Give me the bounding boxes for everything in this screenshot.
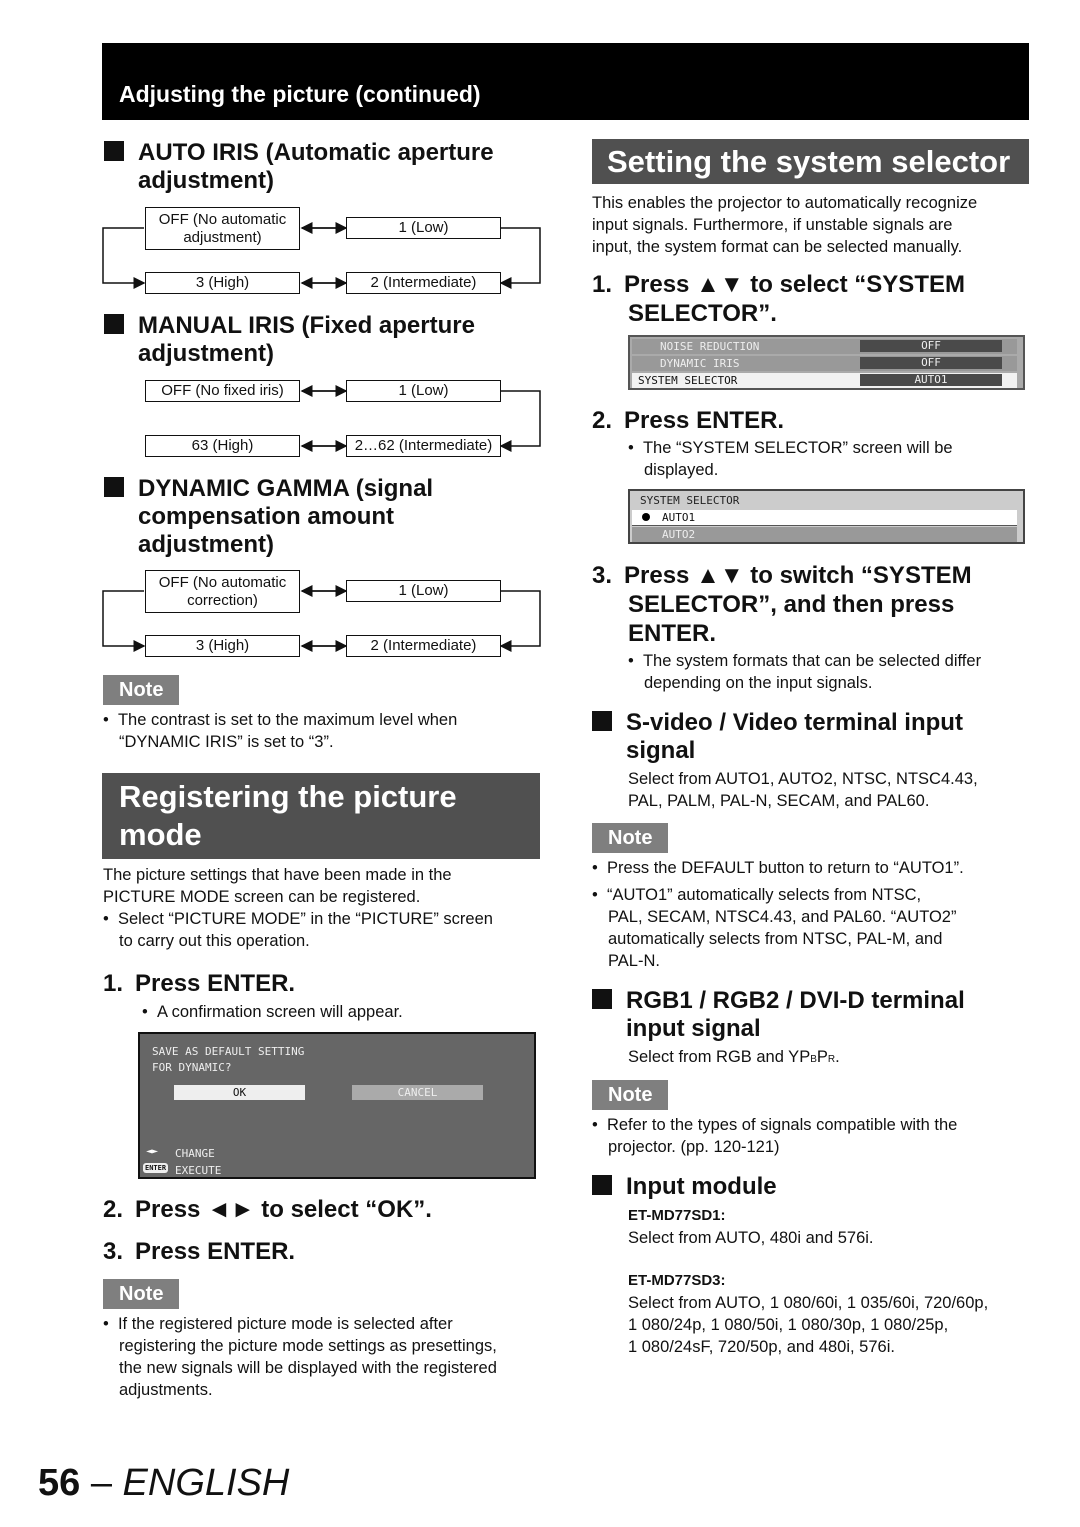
osd-option-auto1[interactable]: AUTO1 (632, 510, 1017, 526)
left-right-arrows-icon: ◄► (146, 1146, 159, 1157)
note-label: Note (592, 823, 669, 853)
step-2-heading: 2. Press ◄► to select “OK”. (103, 1196, 432, 1223)
note-label: Note (592, 1080, 669, 1110)
confirm-osd-screen: SAVE AS DEFAULT SETTING FOR DYNAMIC? OK C… (138, 1032, 536, 1179)
osd-system-selector: SYSTEM SELECTOR AUTO1 AUTO2 (628, 489, 1025, 544)
section-header-bar: Adjusting the picture (continued) (102, 43, 1029, 120)
mode-box-high: 3 (High) (145, 635, 300, 657)
heading-line: S-video / Video terminal input (626, 709, 963, 736)
heading-line: DYNAMIC GAMMA (signal (138, 475, 434, 502)
option-label: AUTO1 (662, 511, 696, 524)
heading-line: adjustment) (138, 167, 275, 194)
module-name: ET-MD77SD3: (628, 1272, 726, 1289)
system-selector-intro: This enables the projector to automatica… (592, 194, 978, 256)
note-label: Note (103, 1279, 180, 1309)
mode-box-intermediate: 2 (Intermediate) (346, 272, 501, 294)
osd-menu-row[interactable]: SYSTEM SELECTOR AUTO1 (632, 373, 1017, 388)
step-3-bullet: • The system formats that can be selecte… (628, 652, 982, 692)
auto-iris-diagram: OFF (No automatic adjustment) 1 (Low) 3 (… (102, 205, 544, 300)
note-label: Note (103, 675, 180, 705)
module-text: Select from AUTO, 1 080/60i, 1 035/60i, … (628, 1294, 989, 1356)
osd-ok-button[interactable]: OK (174, 1085, 305, 1100)
mode-box-high: 3 (High) (145, 272, 300, 294)
step-1-bullet: • A confirmation screen will appear. (142, 1003, 403, 1021)
osd-menu-label: NOISE REDUCTION (660, 340, 760, 353)
system-selector-section-title: Setting the system selector (592, 139, 1029, 184)
heading-line: RGB1 / RGB2 / DVI-D terminal (626, 987, 965, 1014)
osd-menu-row[interactable]: DYNAMIC IRIS OFF (632, 356, 1017, 371)
osd-prompt: SAVE AS DEFAULT SETTING FOR DYNAMIC? (152, 1045, 305, 1074)
osd-selector-title: SYSTEM SELECTOR (640, 494, 740, 507)
input-module-heading: Input module (592, 1173, 777, 1201)
heading-line: input signal (626, 1015, 761, 1042)
osd-menu-label: DYNAMIC IRIS (660, 357, 740, 370)
step-2-bullet: • The “SYSTEM SELECTOR” screen will be di… (628, 439, 953, 479)
selected-dot-icon (642, 513, 650, 521)
osd-menu-value: AUTO1 (860, 374, 1002, 386)
osd-menu-value: OFF (860, 357, 1002, 369)
svideo-heading: S-video / Video terminal input signal (592, 709, 963, 765)
osd-change-hint: CHANGE (175, 1147, 215, 1160)
footer-dash: – (80, 1462, 123, 1504)
square-bullet-icon (104, 314, 124, 334)
mode-box-intermediate: 2…62 (Intermediate) (346, 435, 501, 457)
osd-menu-row[interactable]: NOISE REDUCTION OFF (632, 339, 1017, 354)
step-2-heading: 2. Press ENTER. (592, 407, 785, 434)
registering-intro: The picture settings that have been made… (103, 866, 452, 906)
heading-line: compensation amount (138, 503, 395, 530)
note-bullet: • The contrast is set to the maximum lev… (103, 711, 458, 751)
mode-box-intermediate: 2 (Intermediate) (346, 635, 501, 657)
footer-language: ENGLISH (122, 1462, 290, 1504)
manual-iris-diagram: OFF (No fixed iris) 1 (Low) 63 (High) 2…… (102, 378, 544, 463)
heading-line: adjustment) (138, 531, 275, 558)
step-3-heading: 3. Press ENTER. (103, 1238, 296, 1265)
square-bullet-icon (592, 1175, 612, 1195)
mode-box-high: 63 (High) (145, 435, 300, 457)
square-bullet-icon (104, 477, 124, 497)
auto-iris-heading: AUTO IRIS (Automatic aperture adjustment) (104, 139, 494, 195)
dynamic-gamma-heading: DYNAMIC GAMMA (signal compensation amount… (104, 475, 433, 559)
osd-menu-label: SYSTEM SELECTOR (638, 374, 738, 387)
rgb-heading: RGB1 / RGB2 / DVI-D terminal input signal (592, 987, 965, 1043)
page-number: 56 (38, 1462, 81, 1504)
note-bullet: • Refer to the types of signals compatib… (592, 1116, 958, 1156)
enter-key-icon: ENTER (143, 1163, 169, 1173)
heading-line: adjustment) (138, 340, 275, 367)
heading-line: MANUAL IRIS (Fixed aperture (138, 312, 475, 339)
note-bullet: • If the registered picture mode is sele… (103, 1315, 497, 1399)
mode-box-low: 1 (Low) (346, 380, 501, 402)
section-title: Adjusting the picture (continued) (119, 81, 481, 107)
step-3-heading: 3. Press ▲▼ to switch “SYSTEM SELECTOR”, … (592, 562, 972, 647)
registering-bullet: • Select “PICTURE MODE” in the “PICTURE”… (103, 910, 493, 950)
registering-section-title: Registering the picture mode settings as … (102, 773, 540, 890)
heading-line: signal (626, 737, 696, 764)
page-footer: 56 – ENGLISH (38, 1462, 289, 1505)
rgb-text: Select from RGB and YPBPR. (628, 1048, 840, 1066)
square-bullet-icon (592, 711, 612, 731)
osd-menu: NOISE REDUCTION OFF DYNAMIC IRIS OFF SYSTEM … (628, 335, 1025, 390)
mode-box-off: OFF (No automatic adjustment) (145, 207, 300, 250)
step-1-heading: 1. Press ENTER. (103, 970, 296, 997)
square-bullet-icon (104, 141, 124, 161)
module-name: ET-MD77SD1: (628, 1207, 726, 1224)
mode-box-off: OFF (No fixed iris) (145, 380, 300, 402)
mode-box-low: 1 (Low) (346, 217, 501, 239)
svideo-text: Select from AUTO1, AUTO2, NTSC, NTSC4.43… (628, 770, 978, 810)
osd-execute-hint: EXECUTE (175, 1164, 222, 1177)
manual-iris-heading: MANUAL IRIS (Fixed aperture adjustment) (104, 312, 475, 368)
mode-box-low: 1 (Low) (346, 580, 501, 602)
osd-cancel-button[interactable]: CANCEL (352, 1085, 483, 1100)
square-bullet-icon (592, 989, 612, 1009)
step-1-heading: 1. Press ▲▼ to select “SYSTEM SELECTOR”. (592, 271, 965, 327)
note-bullet: • Press the DEFAULT button to return to … (592, 859, 964, 877)
osd-menu-value: OFF (860, 340, 1002, 352)
note-bullet: • “AUTO1” automatically selects from NTS… (592, 886, 957, 970)
module-text: Select from AUTO, 480i and 576i. (628, 1229, 874, 1247)
dynamic-gamma-diagram: OFF (No automatic correction) 1 (Low) 3 (… (102, 568, 544, 663)
osd-option-auto2[interactable]: AUTO2 (632, 527, 1017, 542)
mode-box-off: OFF (No automatic correction) (145, 570, 300, 613)
heading-line: AUTO IRIS (Automatic aperture (138, 139, 494, 166)
option-label: AUTO2 (662, 528, 696, 541)
